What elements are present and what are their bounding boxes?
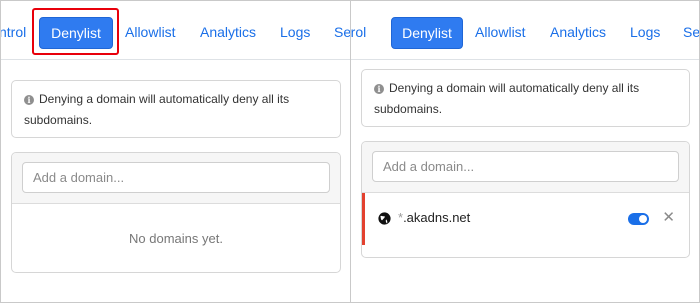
nav-tab-analytics[interactable]: Analytics	[550, 17, 606, 47]
nav-tab-allowlist[interactable]: Allowlist	[125, 17, 176, 47]
info-text: Denying a domain will automatically deny…	[374, 81, 640, 116]
domain-text: .akadns.net	[403, 210, 471, 225]
domain-list-item[interactable]: *.akadns.net ✕	[362, 193, 689, 245]
card-header	[12, 153, 340, 204]
nav-tab-denylist[interactable]: Denylist	[39, 17, 113, 49]
nav-tab-analytics[interactable]: Analytics	[200, 17, 256, 47]
info-icon: i	[24, 95, 34, 105]
left-panel: ntrol Denylist Allowlist Analytics Logs …	[1, 1, 350, 302]
right-panel: ntrol Denylist Allowlist Analytics Logs …	[351, 1, 699, 302]
nav-tab-control[interactable]: ntrol	[351, 17, 366, 47]
info-alert: i Denying a domain will automatically den…	[361, 69, 690, 127]
add-domain-input[interactable]	[372, 151, 679, 182]
globe-icon	[378, 212, 391, 225]
domain-card: *.akadns.net ✕	[361, 141, 690, 258]
screenshot-frame: ntrol Denylist Allowlist Analytics Logs …	[0, 0, 700, 303]
info-icon: i	[374, 84, 384, 94]
nav-tab-settings[interactable]: Se	[683, 17, 699, 47]
nav-tab-logs[interactable]: Logs	[280, 17, 310, 47]
empty-state-text: No domains yet.	[129, 231, 223, 246]
domain-name: *.akadns.net	[398, 210, 470, 225]
nav-tab-denylist[interactable]: Denylist	[391, 17, 463, 49]
add-domain-input[interactable]	[22, 162, 330, 193]
info-alert: i Denying a domain will automatically den…	[11, 80, 341, 138]
enable-toggle[interactable]	[628, 213, 649, 225]
domain-card: No domains yet.	[11, 152, 341, 273]
nav-tab-allowlist[interactable]: Allowlist	[475, 17, 526, 47]
info-text: Denying a domain will automatically deny…	[24, 92, 290, 127]
nav-tab-logs[interactable]: Logs	[630, 17, 660, 47]
nav-bar: ntrol Denylist Allowlist Analytics Logs …	[351, 1, 699, 60]
nav-tab-settings[interactable]: Se	[334, 17, 350, 47]
card-header	[362, 142, 689, 193]
remove-domain-button[interactable]: ✕	[662, 208, 675, 226]
nav-tab-control[interactable]: ntrol	[1, 17, 26, 47]
nav-bar: ntrol Denylist Allowlist Analytics Logs …	[1, 1, 350, 60]
